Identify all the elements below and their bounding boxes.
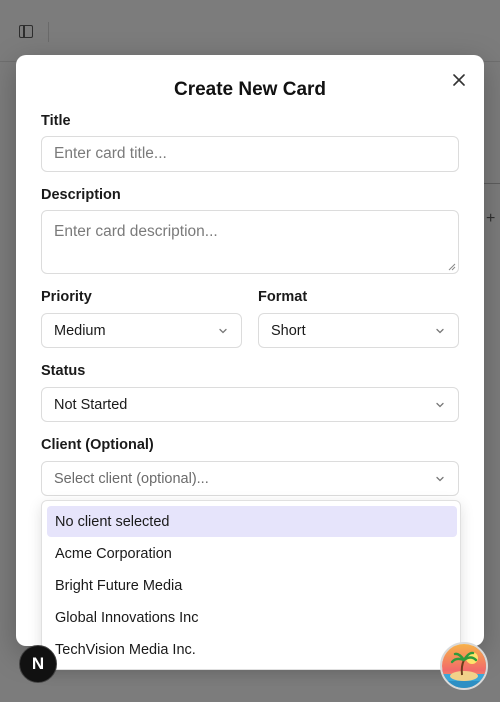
priority-label: Priority bbox=[41, 289, 92, 305]
format-select[interactable]: Short bbox=[258, 313, 459, 348]
client-option[interactable]: Acme Corporation bbox=[47, 538, 457, 569]
format-value: Short bbox=[271, 322, 306, 339]
priority-select[interactable]: Medium bbox=[41, 313, 242, 348]
island-avatar-icon bbox=[442, 644, 486, 688]
description-label: Description bbox=[41, 187, 121, 203]
close-button[interactable] bbox=[451, 72, 467, 88]
nextjs-logo-icon: N bbox=[31, 654, 45, 673]
background-column-divider bbox=[484, 183, 500, 184]
topbar-divider bbox=[48, 22, 49, 42]
status-value: Not Started bbox=[54, 396, 128, 413]
nextjs-dev-badge[interactable]: N bbox=[19, 645, 57, 683]
client-placeholder: Select client (optional)... bbox=[54, 470, 209, 487]
sidebar-toggle-icon[interactable] bbox=[19, 25, 33, 38]
close-icon bbox=[453, 74, 465, 86]
chevron-down-icon bbox=[436, 402, 444, 407]
status-label: Status bbox=[41, 363, 86, 379]
priority-value: Medium bbox=[54, 322, 106, 339]
client-option[interactable]: TechVision Media Inc. bbox=[47, 634, 457, 665]
client-label: Client (Optional) bbox=[41, 437, 154, 453]
client-option[interactable]: Bright Future Media bbox=[47, 570, 457, 601]
title-label: Title bbox=[41, 113, 71, 129]
title-input[interactable] bbox=[41, 136, 459, 172]
client-option[interactable]: Global Innovations Inc bbox=[47, 602, 457, 633]
format-label: Format bbox=[258, 289, 308, 305]
chevron-down-icon bbox=[436, 328, 444, 333]
resize-handle-icon[interactable] bbox=[448, 263, 456, 271]
status-select[interactable]: Not Started bbox=[41, 387, 459, 422]
description-textarea[interactable] bbox=[41, 210, 459, 274]
client-select[interactable]: Select client (optional)... bbox=[41, 461, 459, 496]
chevron-down-icon bbox=[436, 476, 444, 481]
client-option-none[interactable]: No client selected bbox=[47, 506, 457, 537]
client-dropdown-list: No client selected Acme Corporation Brig… bbox=[41, 500, 461, 670]
description-wrapper bbox=[41, 210, 459, 274]
user-avatar[interactable] bbox=[440, 642, 488, 690]
dialog-title: Create New Card bbox=[173, 79, 327, 100]
chevron-down-icon bbox=[219, 328, 227, 333]
background-topbar bbox=[0, 0, 500, 62]
add-column-icon[interactable]: + bbox=[486, 210, 495, 228]
